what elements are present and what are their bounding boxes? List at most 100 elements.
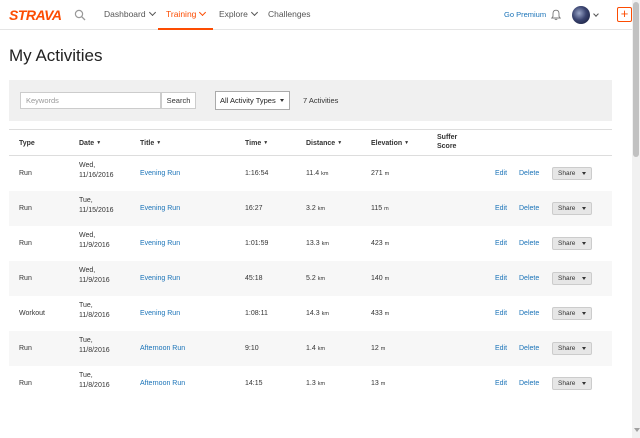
cell-distance: 5.2 km — [306, 274, 325, 284]
share-button[interactable]: Share — [552, 167, 592, 180]
cell-distance: 1.3 km — [306, 379, 325, 389]
search-icon[interactable] — [74, 9, 86, 21]
col-elevation[interactable]: Elevation ▼ — [371, 139, 409, 148]
cell-date-value: 11/8/2016 — [79, 311, 110, 319]
filter-panel: Search All Activity Types 7 Activities — [9, 80, 612, 121]
table-row: Run Tue, 11/15/2016 Evening Run 16:27 3.2… — [9, 191, 612, 226]
scrollbar-thumb[interactable] — [633, 2, 639, 157]
cell-time: 1:08:11 — [245, 310, 268, 317]
col-title-label: Title — [140, 140, 155, 147]
cell-date: Wed, 11/16/2016 — [79, 161, 114, 181]
bell-icon[interactable] — [550, 9, 562, 21]
cell-type: Run — [19, 345, 32, 352]
cell-date-day: Tue, — [79, 337, 93, 344]
col-distance[interactable]: Distance ▼ — [306, 139, 342, 148]
strava-logo[interactable]: STRAVA — [9, 7, 62, 23]
top-nav: STRAVA Dashboard Training Explore Challe… — [0, 0, 632, 30]
share-button[interactable]: Share — [552, 202, 592, 215]
nav-explore[interactable]: Explore — [219, 0, 258, 30]
edit-link[interactable]: Edit — [495, 204, 507, 214]
dropdown-arrow-icon — [582, 242, 586, 245]
edit-link[interactable]: Edit — [495, 344, 507, 354]
activity-type-select[interactable]: All Activity Types — [215, 91, 290, 110]
sort-down-icon: ▼ — [263, 140, 269, 146]
delete-link[interactable]: Delete — [519, 169, 539, 179]
elevation-unit: m — [380, 381, 386, 387]
table-row: Run Wed, 11/16/2016 Evening Run 1:16:54 1… — [9, 156, 612, 191]
chevron-down-icon[interactable] — [593, 11, 599, 17]
edit-link[interactable]: Edit — [495, 239, 507, 249]
avatar[interactable] — [572, 6, 590, 24]
distance-value: 3.2 — [306, 205, 316, 212]
delete-link[interactable]: Delete — [519, 309, 539, 319]
share-button[interactable]: Share — [552, 237, 592, 250]
cell-type: Run — [19, 170, 32, 177]
delete-link[interactable]: Delete — [519, 204, 539, 214]
cell-date: Tue, 11/15/2016 — [79, 196, 114, 216]
scroll-down-arrow[interactable] — [634, 428, 640, 432]
cell-title-link[interactable]: Afternoon Run — [140, 344, 185, 354]
nav-training[interactable]: Training — [158, 0, 214, 30]
distance-value: 14.3 — [306, 310, 320, 317]
col-date-label: Date — [79, 140, 95, 147]
elevation-value: 271 — [371, 170, 383, 177]
plus-icon[interactable]: + — [617, 7, 632, 22]
share-button[interactable]: Share — [552, 377, 592, 390]
edit-link[interactable]: Edit — [495, 169, 507, 179]
nav-dashboard[interactable]: Dashboard — [104, 0, 156, 30]
cell-title-link[interactable]: Afternoon Run — [140, 379, 185, 389]
distance-value: 5.2 — [306, 275, 316, 282]
delete-link[interactable]: Delete — [519, 379, 539, 389]
distance-unit: km — [317, 381, 326, 387]
share-button[interactable]: Share — [552, 272, 592, 285]
table-row: Run Wed, 11/9/2016 Evening Run 1:01:59 13… — [9, 226, 612, 261]
dropdown-arrow-icon — [280, 99, 284, 102]
keywords-input[interactable] — [20, 92, 161, 109]
cell-distance: 11.4 km — [306, 169, 328, 179]
search-button[interactable]: Search — [161, 92, 196, 109]
cell-title-link[interactable]: Evening Run — [140, 239, 180, 249]
nav-challenges-label: Challenges — [268, 9, 311, 19]
cell-time: 16:27 — [245, 205, 263, 212]
dropdown-arrow-icon — [582, 382, 586, 385]
elevation-unit: m — [380, 346, 386, 352]
chevron-down-icon — [148, 8, 156, 17]
col-time[interactable]: Time ▼ — [245, 139, 268, 148]
cell-date-value: 11/15/2016 — [79, 206, 114, 214]
elevation-value: 423 — [371, 240, 383, 247]
elevation-unit: m — [384, 311, 390, 317]
delete-link[interactable]: Delete — [519, 274, 539, 284]
delete-link[interactable]: Delete — [519, 344, 539, 354]
distance-unit: km — [321, 171, 329, 177]
share-button[interactable]: Share — [552, 307, 592, 320]
edit-link[interactable]: Edit — [495, 309, 507, 319]
delete-link[interactable]: Delete — [519, 239, 539, 249]
distance-value: 1.3 — [306, 380, 316, 387]
distance-unit: km — [317, 206, 326, 212]
share-label: Share — [558, 310, 576, 317]
cell-title-link[interactable]: Evening Run — [140, 204, 180, 214]
col-date[interactable]: Date ▼ — [79, 139, 101, 148]
go-premium-link[interactable]: Go Premium — [504, 0, 546, 30]
col-suffer-score: Suffer Score — [437, 133, 457, 152]
cell-date-day: Wed, — [79, 162, 96, 169]
dropdown-arrow-icon — [582, 172, 586, 175]
edit-link[interactable]: Edit — [495, 379, 507, 389]
distance-value: 1.4 — [306, 345, 316, 352]
cell-title-link[interactable]: Evening Run — [140, 169, 180, 179]
cell-elevation: 115 m — [371, 204, 389, 214]
share-label: Share — [558, 205, 576, 212]
activity-type-value: All Activity Types — [220, 96, 276, 105]
nav-challenges[interactable]: Challenges — [268, 0, 311, 30]
nav-explore-label: Explore — [219, 9, 248, 19]
edit-link[interactable]: Edit — [495, 274, 507, 284]
cell-elevation: 12 m — [371, 344, 385, 354]
col-title[interactable]: Title ▼ — [140, 139, 161, 148]
cell-title-link[interactable]: Evening Run — [140, 309, 180, 319]
cell-date-day: Wed, — [79, 232, 96, 239]
cell-distance: 13.3 km — [306, 239, 329, 249]
share-button[interactable]: Share — [552, 342, 592, 355]
share-label: Share — [558, 275, 576, 282]
col-elevation-label: Elevation — [371, 140, 403, 147]
cell-title-link[interactable]: Evening Run — [140, 274, 180, 284]
